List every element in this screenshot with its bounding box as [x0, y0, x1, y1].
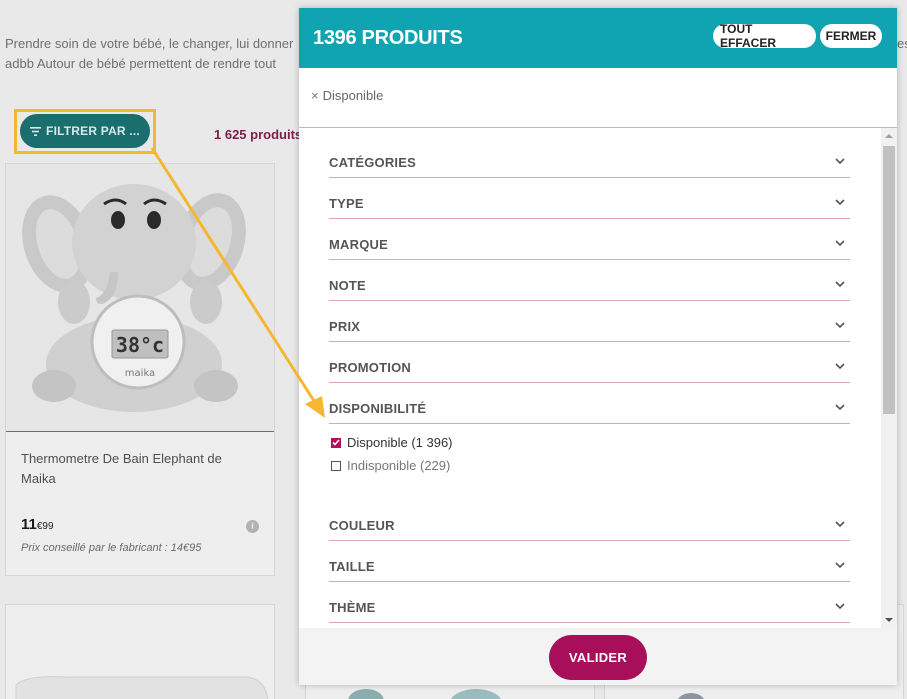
product-card[interactable]: 38°c maika Thermometre De Bain Elephant … [5, 163, 275, 576]
panel-title: 1396 PRODUITS [313, 27, 463, 49]
filter-icon [30, 126, 42, 136]
checkbox-checked[interactable] [331, 437, 341, 448]
chevron-down-icon [835, 363, 845, 370]
product-price: 11€99 [21, 516, 54, 533]
product-image: 38°c maika [6, 164, 274, 432]
facet-label: MARQUE [329, 237, 388, 252]
facet-label: THÈME [329, 600, 376, 615]
chevron-down-icon [835, 322, 845, 329]
chevron-down-icon [835, 562, 845, 569]
option-available[interactable]: Disponible (1 396) [331, 435, 453, 450]
facet-price[interactable]: PRIX [329, 312, 850, 342]
option-label: Indisponible (229) [347, 458, 451, 473]
chevron-down-icon [835, 199, 845, 206]
chevron-down-icon [835, 404, 845, 411]
active-filter-chip[interactable]: × Disponible [311, 88, 383, 103]
price-main: 11 [21, 516, 37, 533]
chevron-down-icon [835, 158, 845, 165]
scroll-up-arrow-icon[interactable] [885, 134, 893, 138]
facet-brand[interactable]: MARQUE [329, 230, 850, 260]
facet-categories[interactable]: CATÉGORIES [329, 148, 850, 178]
scroll-thumb[interactable] [883, 146, 895, 414]
option-unavailable[interactable]: Indisponible (229) [331, 458, 450, 473]
facet-label: CATÉGORIES [329, 155, 416, 170]
info-icon[interactable]: i [246, 520, 259, 533]
clear-all-button[interactable]: TOUT EFFACER [713, 22, 816, 50]
facet-label: PROMOTION [329, 360, 411, 375]
facet-label: NOTE [329, 278, 366, 293]
facet-promotion[interactable]: PROMOTION [329, 353, 850, 383]
checkbox-unchecked[interactable] [331, 460, 341, 471]
filter-by-button[interactable]: FILTRER PAR ... [20, 114, 150, 148]
product-msrp: Prix conseillé par le fabricant : 14€95 [21, 542, 202, 554]
option-label: Disponible (1 396) [347, 435, 453, 450]
facet-label: TYPE [329, 196, 364, 211]
filter-panel: 1396 PRODUITS TOUT EFFACER FERMER × Disp… [299, 8, 897, 685]
facet-list: CATÉGORIES TYPE MARQUE NOTE PRIX PROMOTI… [299, 128, 881, 628]
facet-label: COULEUR [329, 518, 395, 533]
product-image [15, 676, 269, 699]
close-button[interactable]: FERMER [820, 24, 882, 48]
chevron-down-icon [835, 240, 845, 247]
panel-footer: VALIDER [299, 628, 897, 685]
elephant-thermometer-image: 38°c maika [22, 184, 246, 412]
product-count: 1 625 produits [214, 127, 303, 142]
panel-header: 1396 PRODUITS TOUT EFFACER FERMER [299, 8, 897, 68]
facet-availability[interactable]: DISPONIBILITÉ [329, 394, 850, 424]
facet-size[interactable]: TAILLE [329, 552, 850, 582]
facet-type[interactable]: TYPE [329, 189, 850, 219]
chevron-down-icon [835, 603, 845, 610]
product-card[interactable] [5, 604, 275, 699]
chevron-down-icon [835, 281, 845, 288]
facet-label: TAILLE [329, 559, 375, 574]
intro-text-right: es [897, 36, 907, 51]
facet-label: PRIX [329, 319, 361, 334]
remove-filter-icon[interactable]: × [311, 88, 319, 103]
scroll-down-arrow-icon[interactable] [885, 618, 893, 622]
facet-label: DISPONIBILITÉ [329, 401, 427, 416]
thermometer-brand: maika [125, 368, 155, 379]
facet-rating[interactable]: NOTE [329, 271, 850, 301]
product-name[interactable]: Thermometre De Bain Elephant de Maika [21, 449, 256, 489]
price-cents: €99 [36, 521, 54, 532]
facet-theme[interactable]: THÈME [329, 593, 850, 623]
facet-color[interactable]: COULEUR [329, 511, 850, 541]
chevron-down-icon [835, 521, 845, 528]
check-icon [332, 439, 340, 446]
validate-button[interactable]: VALIDER [549, 635, 647, 680]
thermometer-display: 38°c [116, 333, 164, 357]
active-filter-label: Disponible [322, 88, 384, 103]
filter-by-label: FILTRER PAR ... [46, 124, 140, 138]
scrollbar[interactable] [881, 128, 897, 628]
